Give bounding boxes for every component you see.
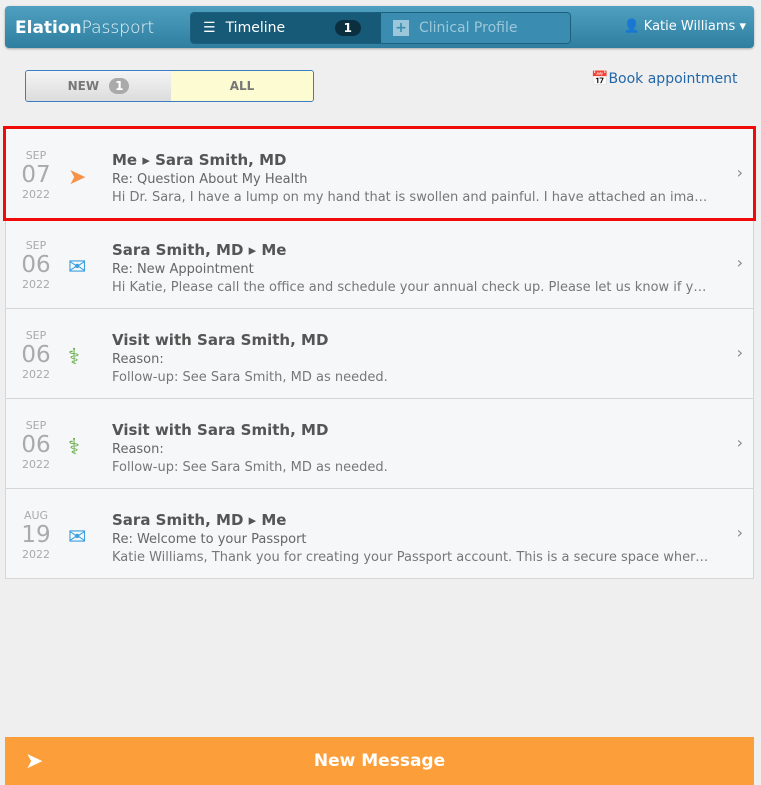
user-icon: 👤 xyxy=(623,19,640,34)
user-menu[interactable]: 👤 Katie Williams ▾ xyxy=(623,19,746,34)
chevron-right-icon: › xyxy=(736,163,743,182)
calendar-icon: 📅 xyxy=(591,71,609,87)
item-day: 06 xyxy=(21,252,51,278)
logo[interactable]: ElationPassport xyxy=(15,18,154,38)
tab-clinical-profile[interactable]: + Clinical Profile xyxy=(381,13,570,43)
tab-clinical-label: Clinical Profile xyxy=(419,20,518,36)
filter-new-label: NEW xyxy=(67,79,100,93)
chevron-right-icon: › xyxy=(736,433,743,452)
timeline-item[interactable]: SEP 06 2022 ⚕ Visit with Sara Smith, MD Rea… xyxy=(5,309,754,399)
book-appointment-link[interactable]: 📅Book appointment xyxy=(591,71,738,87)
timeline-list: SEP 07 2022 ➤ Me ▸ Sara Smith, MD Re: Quest… xyxy=(3,126,756,579)
tab-timeline-label: Timeline xyxy=(225,20,286,36)
item-month: SEP xyxy=(25,149,47,162)
filter-all[interactable]: ALL xyxy=(171,71,313,101)
item-subject: Reason: xyxy=(112,352,164,367)
book-label: Book appointment xyxy=(608,71,738,87)
item-date: SEP 07 2022 xyxy=(6,149,66,201)
new-message-label: New Message xyxy=(313,751,446,771)
caret-down-icon: ▾ xyxy=(739,19,746,34)
item-date: SEP 06 2022 xyxy=(6,329,66,381)
item-year: 2022 xyxy=(22,278,50,291)
main-tabs: ☰ Timeline 1 + Clinical Profile xyxy=(190,12,571,44)
item-month: SEP xyxy=(25,329,47,342)
top-nav: ElationPassport ☰ Timeline 1 + Clinical Pro… xyxy=(5,6,754,48)
filter-toggle: NEW 1 ALL xyxy=(25,70,314,102)
timeline-item[interactable]: SEP 06 2022 ✉ Sara Smith, MD ▸ Me Re: New A… xyxy=(5,219,754,309)
item-year: 2022 xyxy=(22,548,50,561)
item-month: AUG xyxy=(23,509,49,522)
stethoscope-icon: ⚕ xyxy=(68,435,80,460)
item-month: SEP xyxy=(25,419,47,432)
item-date: AUG 19 2022 xyxy=(6,509,66,561)
timeline-item[interactable]: SEP 07 2022 ➤ Me ▸ Sara Smith, MD Re: Quest… xyxy=(3,126,756,221)
item-preview: Katie Williams, Thank you for creating y… xyxy=(112,550,713,565)
tab-timeline[interactable]: ☰ Timeline 1 xyxy=(191,13,381,43)
item-preview: Hi Katie, Please call the office and sch… xyxy=(112,280,713,295)
item-title: Visit with Sara Smith, MD xyxy=(112,331,329,349)
user-name: Katie Williams xyxy=(643,19,736,34)
stethoscope-icon: ⚕ xyxy=(68,345,80,370)
chevron-right-icon: › xyxy=(736,343,743,362)
list-icon: ☰ xyxy=(203,20,216,36)
item-date: SEP 06 2022 xyxy=(6,419,66,471)
item-subject: Re: New Appointment xyxy=(112,262,254,277)
timeline-badge: 1 xyxy=(334,20,361,36)
envelope-icon: ✉ xyxy=(68,525,87,550)
item-preview: Hi Dr. Sara, I have a lump on my hand th… xyxy=(112,190,713,205)
item-month: SEP xyxy=(25,239,47,252)
timeline-item[interactable]: SEP 06 2022 ⚕ Visit with Sara Smith, MD Rea… xyxy=(5,399,754,489)
timeline-item[interactable]: AUG 19 2022 ✉ Sara Smith, MD ▸ Me Re: Welco… xyxy=(5,489,754,579)
envelope-icon: ✉ xyxy=(68,255,87,280)
item-preview: Follow-up: See Sara Smith, MD as needed. xyxy=(112,460,388,475)
item-day: 06 xyxy=(21,432,51,458)
item-day: 19 xyxy=(21,522,51,548)
chevron-right-icon: › xyxy=(736,523,743,542)
paper-plane-icon: ➤ xyxy=(68,165,87,190)
item-subject: Re: Question About My Health xyxy=(112,172,308,187)
plus-icon: + xyxy=(393,20,409,36)
filter-all-label: ALL xyxy=(229,79,255,93)
item-day: 06 xyxy=(21,342,51,368)
item-preview: Follow-up: See Sara Smith, MD as needed. xyxy=(112,370,388,385)
item-title: Visit with Sara Smith, MD xyxy=(112,421,329,439)
logo-bold: Elation xyxy=(15,18,82,38)
item-date: SEP 06 2022 xyxy=(6,239,66,291)
chevron-right-icon: › xyxy=(736,253,743,272)
item-title: Sara Smith, MD ▸ Me xyxy=(112,241,287,259)
item-title: Sara Smith, MD ▸ Me xyxy=(112,511,287,529)
item-year: 2022 xyxy=(22,188,50,201)
item-year: 2022 xyxy=(22,458,50,471)
item-title: Me ▸ Sara Smith, MD xyxy=(112,151,287,169)
new-count-badge: 1 xyxy=(109,78,130,94)
item-year: 2022 xyxy=(22,368,50,381)
item-subject: Reason: xyxy=(112,442,164,457)
item-subject: Re: Welcome to your Passport xyxy=(112,532,307,547)
paper-plane-icon: ➤ xyxy=(25,749,44,774)
filter-new[interactable]: NEW 1 xyxy=(26,71,171,101)
item-day: 07 xyxy=(21,162,51,188)
logo-light: Passport xyxy=(81,18,155,38)
new-message-button[interactable]: ➤ New Message xyxy=(5,737,754,785)
